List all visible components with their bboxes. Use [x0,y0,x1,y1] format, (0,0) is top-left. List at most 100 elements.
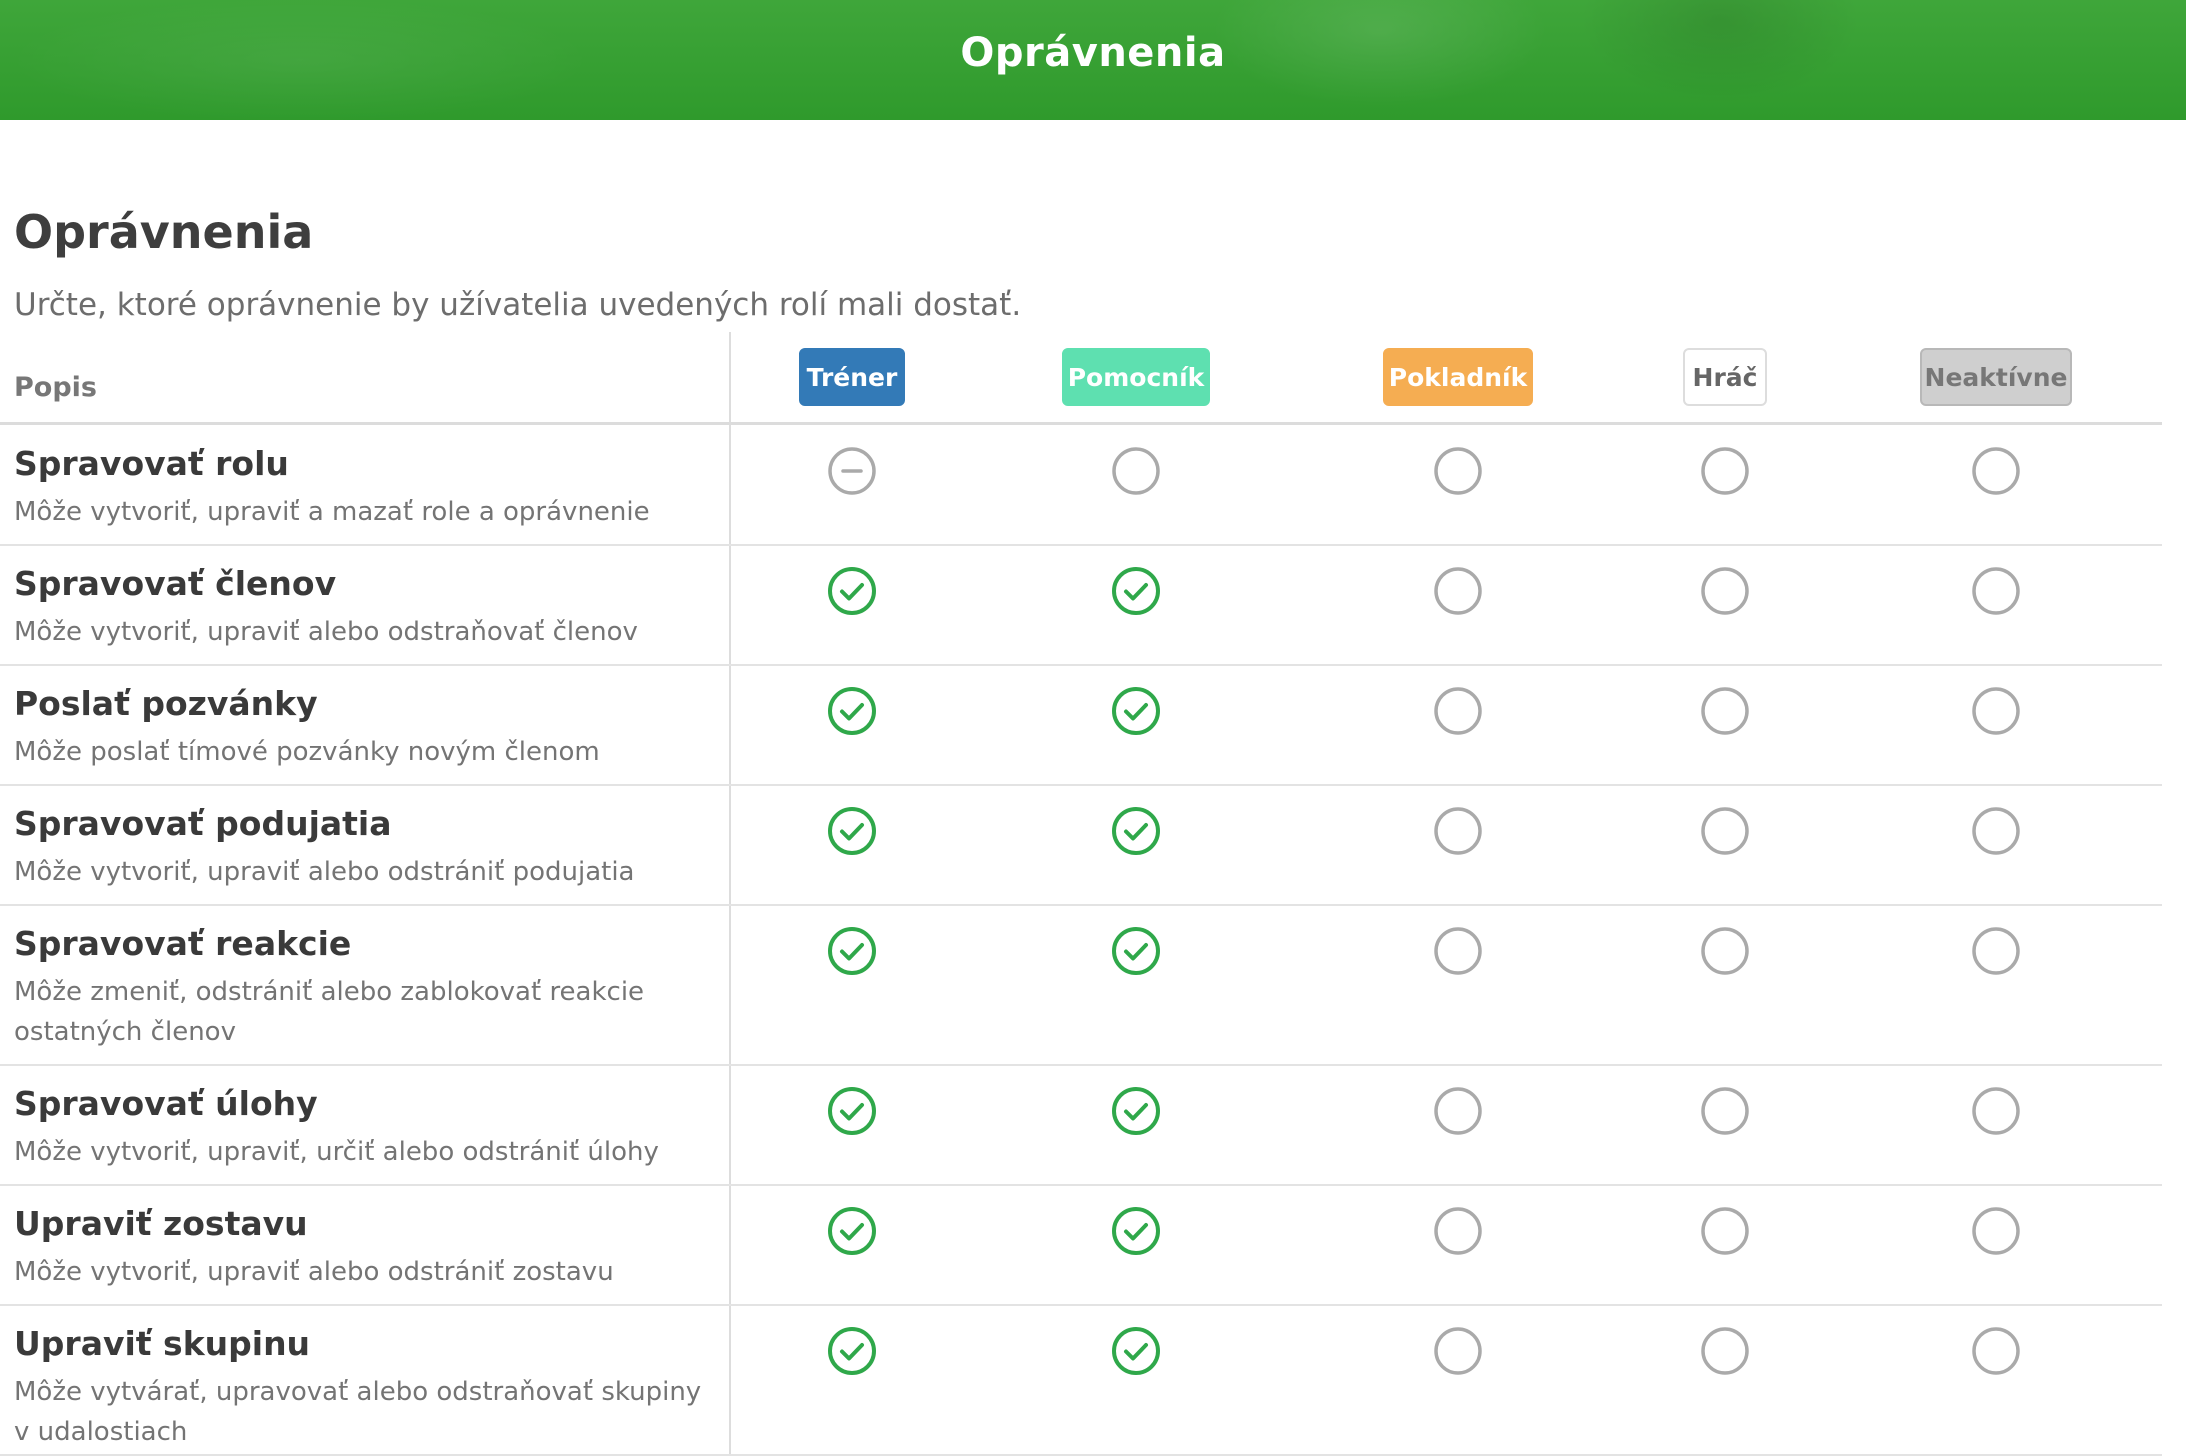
check-circle-icon [827,806,877,856]
permission-toggle-pomocnik[interactable] [1111,926,1161,976]
permission-row-spravovat-clenov: Spravovať členov Môže vytvoriť, upraviť a… [0,546,2162,666]
empty-circle-icon [1700,926,1750,976]
permission-toggle-pokladnik[interactable] [1433,806,1483,856]
permission-toggle-hrac[interactable] [1700,566,1750,616]
permission-row-upravit-zostavu: Upraviť zostavu Môže vytvoriť, upraviť al… [0,1186,2162,1306]
header-title: Oprávnenia [960,30,1226,76]
empty-circle-icon [1971,446,2021,496]
check-circle-icon [1111,1086,1161,1136]
permission-toggle-trener[interactable] [827,686,877,736]
empty-circle-icon [1700,1086,1750,1136]
permission-description: Môže vytvárať, upravovať alebo odstraňov… [14,1377,702,1447]
permission-toggle-pomocnik[interactable] [1111,686,1161,736]
permission-toggle-neaktivne[interactable] [1971,1086,2021,1136]
permission-title: Spravovať úlohy [14,1084,318,1123]
permission-title: Upraviť skupinu [14,1324,311,1363]
permission-toggle-pomocnik[interactable] [1111,806,1161,856]
empty-circle-icon [1433,446,1483,496]
permission-title: Spravovať členov [14,564,337,603]
permission-toggle-trener[interactable] [827,1086,877,1136]
permission-toggle-hrac[interactable] [1700,1326,1750,1376]
check-circle-icon [1111,1206,1161,1256]
check-circle-icon [827,1326,877,1376]
permission-title: Poslať pozvánky [14,684,318,723]
permission-toggle-pokladnik[interactable] [1433,1206,1483,1256]
check-circle-icon [1111,686,1161,736]
empty-circle-icon [1433,806,1483,856]
permission-toggle-hrac[interactable] [1700,686,1750,736]
empty-circle-icon [1700,1326,1750,1376]
permission-toggle-pokladnik[interactable] [1433,446,1483,496]
permission-row-upravit-skupinu: Upraviť skupinu Môže vytvárať, upravovať … [0,1306,2162,1456]
permission-toggle-hrac[interactable] [1700,446,1750,496]
check-circle-icon [827,1086,877,1136]
permission-toggle-trener[interactable] [827,806,877,856]
empty-circle-icon [1433,1206,1483,1256]
empty-circle-icon [1700,686,1750,736]
permission-description: Môže vytvoriť, upraviť alebo odstrániť p… [14,857,635,887]
empty-circle-icon [1433,1326,1483,1376]
permission-toggle-neaktivne[interactable] [1971,446,2021,496]
empty-circle-icon [1111,446,1161,496]
permission-toggle-pomocnik[interactable] [1111,1206,1161,1256]
permission-toggle-pomocnik[interactable] [1111,446,1161,496]
permission-toggle-pomocnik[interactable] [1111,566,1161,616]
permission-toggle-neaktivne[interactable] [1971,806,2021,856]
permission-title: Spravovať rolu [14,444,289,483]
permission-description: Môže poslať tímové pozvánky novým členom [14,737,600,767]
permission-toggle-pomocnik[interactable] [1111,1086,1161,1136]
permission-toggle-neaktivne[interactable] [1971,926,2021,976]
empty-circle-icon [1433,926,1483,976]
permission-description: Môže vytvoriť, upraviť, určiť alebo odst… [14,1137,659,1167]
permission-toggle-pokladnik[interactable] [1433,686,1483,736]
permission-toggle-trener[interactable] [827,1326,877,1376]
permission-toggle-neaktivne[interactable] [1971,1326,2021,1376]
empty-circle-icon [1971,1086,2021,1136]
permission-toggle-neaktivne[interactable] [1971,686,2021,736]
app-header: Oprávnenia [0,0,2186,120]
empty-circle-icon [1700,1206,1750,1256]
check-circle-icon [1111,566,1161,616]
empty-circle-icon [1433,566,1483,616]
permission-toggle-hrac[interactable] [1700,1206,1750,1256]
role-badge-pomocnik: Pomocník [1062,348,1210,406]
permission-toggle-pokladnik[interactable] [1433,1086,1483,1136]
permission-title: Upraviť zostavu [14,1204,308,1243]
empty-circle-icon [1971,806,2021,856]
description-column-header: Popis [14,372,97,403]
check-circle-icon [827,1206,877,1256]
empty-circle-icon [1700,446,1750,496]
check-circle-icon [827,566,877,616]
page-subtitle: Určte, ktoré oprávnenie by užívatelia uv… [14,287,1022,323]
page-title: Oprávnenia [14,205,314,259]
header-rule [0,422,2162,425]
empty-circle-icon [1700,806,1750,856]
empty-circle-icon [1971,1326,2021,1376]
empty-circle-icon [1971,1206,2021,1256]
check-circle-icon [1111,806,1161,856]
permission-toggle-neaktivne[interactable] [1971,1206,2021,1256]
permission-toggle-hrac[interactable] [1700,1086,1750,1136]
empty-circle-icon [1433,686,1483,736]
permission-row-spravovat-rolu: Spravovať rolu Môže vytvoriť, upraviť a m… [0,426,2162,546]
permission-toggle-pokladnik[interactable] [1433,566,1483,616]
empty-circle-icon [1971,926,2021,976]
permission-toggle-pokladnik[interactable] [1433,1326,1483,1376]
permission-row-spravovat-podujatia: Spravovať podujatia Môže vytvoriť, upravi… [0,786,2162,906]
role-badge-neaktivne: Neaktívne [1920,348,2072,406]
permission-toggle-hrac[interactable] [1700,806,1750,856]
permission-toggle-trener[interactable] [827,446,877,496]
permission-toggle-trener[interactable] [827,926,877,976]
permission-description: Môže vytvoriť, upraviť alebo odstrániť z… [14,1257,614,1287]
role-badge-hrac: Hráč [1683,348,1767,406]
permission-toggle-neaktivne[interactable] [1971,566,2021,616]
permission-description: Môže vytvoriť, upraviť alebo odstraňovať… [14,617,638,647]
permission-toggle-trener[interactable] [827,566,877,616]
permission-toggle-pokladnik[interactable] [1433,926,1483,976]
permission-row-poslat-pozvanky: Poslať pozvánky Môže poslať tímové pozván… [0,666,2162,786]
permission-toggle-trener[interactable] [827,1206,877,1256]
permission-row-spravovat-reakcie: Spravovať reakcie Môže zmeniť, odstrániť … [0,906,2162,1066]
permission-toggle-pomocnik[interactable] [1111,1326,1161,1376]
role-badge-trener: Tréner [799,348,905,406]
permission-toggle-hrac[interactable] [1700,926,1750,976]
